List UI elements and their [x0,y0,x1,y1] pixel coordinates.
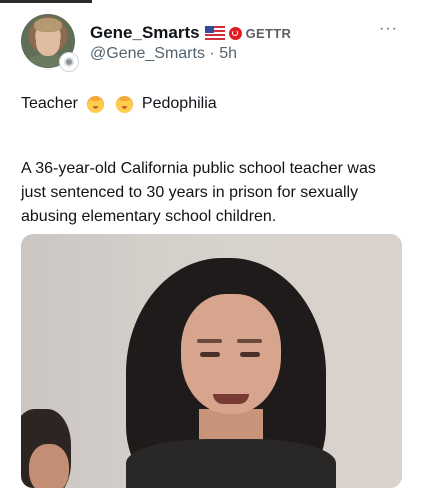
author-row: Gene_Smarts GETTR [90,22,291,44]
platform-label: GETTR [245,25,292,41]
author-handle[interactable]: @Gene_Smarts [90,45,205,62]
line1-word-pedophilia: Pedophilia [141,95,217,112]
separator-dot: · [209,45,215,62]
more-options-icon[interactable]: ··· [379,20,398,38]
us-flag-icon [204,26,225,40]
top-divider [0,0,92,3]
author-avatar[interactable] [21,14,79,72]
baby-emoji-icon [115,95,133,113]
line1-word-teacher: Teacher [21,95,78,112]
handle-time-row: @Gene_Smarts · 5h [90,45,237,63]
post-line-1: Teacher Pedophilia [21,93,217,115]
avatar-badge-icon [59,52,79,72]
gettr-logo-icon [228,26,242,40]
post-photo[interactable] [21,234,402,488]
author-name[interactable]: Gene_Smarts [90,23,200,43]
post-time[interactable]: 5h [219,45,237,62]
baby-emoji-icon [86,95,104,113]
post-body: A 36-year-old California public school t… [21,160,376,225]
